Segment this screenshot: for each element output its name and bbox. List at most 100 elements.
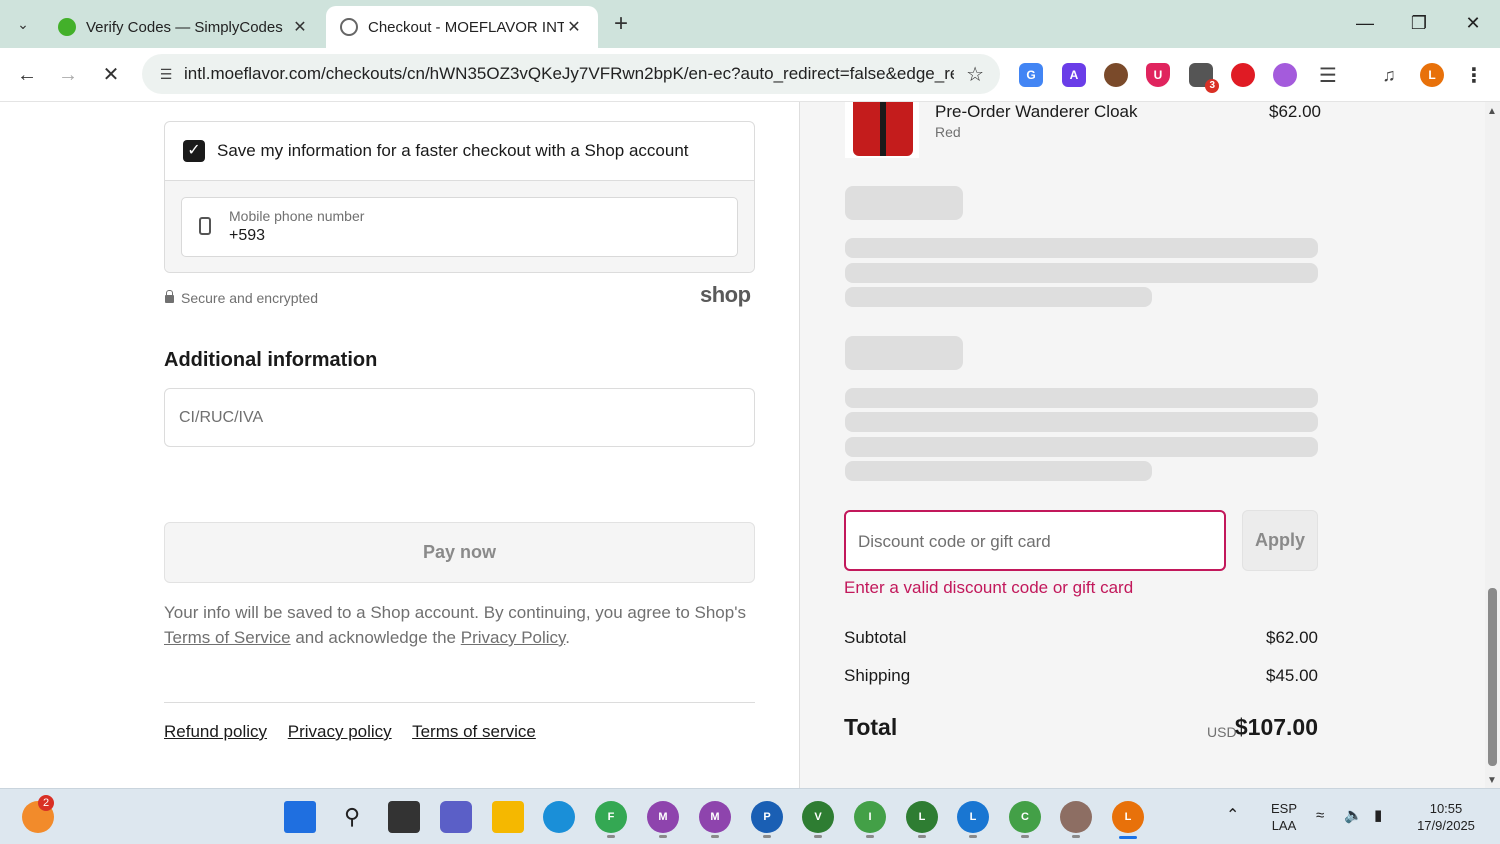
language-code: ESP [1270, 801, 1297, 816]
total-label: Total [844, 714, 898, 740]
shield-u-icon[interactable]: U [1146, 63, 1170, 87]
puzzle-icon[interactable]: ☰ [1316, 63, 1340, 87]
more-menu-icon[interactable]: ⋮ [1462, 63, 1486, 87]
file-explorer-icon[interactable] [492, 801, 524, 833]
phone-icon [199, 217, 211, 235]
product-variant: Red [935, 124, 961, 140]
task-view-icon[interactable] [388, 801, 420, 833]
back-button[interactable]: ← [12, 60, 42, 90]
page-scrollbar[interactable]: ▲ ▼ [1485, 102, 1500, 788]
tab-verify-codes[interactable]: Verify Codes — SimplyCodes ✕ [44, 6, 324, 48]
running-indicator [659, 835, 667, 838]
chrome-profile-v-icon[interactable]: V [802, 801, 834, 833]
teams-icon[interactable] [440, 801, 472, 833]
new-tab-button[interactable]: + [606, 10, 636, 38]
tab-search-chevron-icon[interactable]: ⌄ [8, 10, 38, 38]
scroll-up-arrow-icon[interactable]: ▲ [1487, 106, 1497, 117]
tab-checkout[interactable]: Checkout - MOEFLAVOR INTL ✕ [326, 6, 598, 48]
close-tab-icon[interactable]: ✕ [290, 17, 310, 37]
running-indicator [763, 835, 771, 838]
volume-icon[interactable]: 🔈 [1344, 807, 1363, 824]
clock-date: 17/9/2025 [1417, 818, 1475, 833]
refund-policy-link[interactable]: Refund policy [164, 722, 267, 741]
phone-value[interactable]: +593 [229, 227, 265, 245]
privacy-policy-link[interactable]: Privacy Policy [461, 628, 566, 647]
chrome-profile-m2-icon[interactable]: M [699, 801, 731, 833]
close-window-button[interactable]: ✕ [1450, 8, 1496, 38]
search-icon[interactable]: ⚲ [336, 801, 368, 833]
tax-id-placeholder: CI/RUC/IVA [179, 409, 264, 426]
chrome-profile-c-icon[interactable]: C [1009, 801, 1041, 833]
legal-text-part1: Your info will be saved to a Shop accoun… [164, 603, 746, 622]
windows-taskbar: 2 ⚲ F M M P V I L L C L ⌃ ESP LAA ≈ 🔈 ▮ … [0, 788, 1500, 844]
running-indicator [814, 835, 822, 838]
minimize-button[interactable]: — [1342, 8, 1388, 38]
terms-of-service-link[interactable]: Terms of Service [164, 628, 291, 647]
apply-discount-button[interactable]: Apply [1242, 510, 1318, 571]
chrome-profile-m-icon[interactable]: M [647, 801, 679, 833]
running-indicator [607, 835, 615, 838]
footer-divider [164, 702, 755, 703]
secure-notice: Secure and encrypted [165, 290, 318, 306]
chrome-profile-i-icon[interactable]: I [854, 801, 886, 833]
start-windows-icon[interactable] [284, 801, 316, 833]
media-icon[interactable]: ♫ [1377, 63, 1401, 87]
save-info-checkbox[interactable]: ✓ [183, 140, 205, 162]
tab-strip: ⌄ Verify Codes — SimplyCodes ✕ Checkout … [0, 0, 1500, 48]
save-info-label: Save my information for a faster checkou… [217, 141, 689, 160]
loading-skeleton [845, 336, 963, 370]
total-currency: USD [1207, 724, 1237, 740]
phone-label: Mobile phone number [229, 208, 365, 224]
chrome-profile-l-icon[interactable]: L [906, 801, 938, 833]
battery-icon[interactable]: ▮ [1374, 807, 1382, 824]
subtotal-value: $62.00 [1266, 628, 1318, 647]
discount-code-input[interactable]: Discount code or gift card [844, 510, 1226, 571]
address-bar[interactable]: ☰ intl.moeflavor.com/checkouts/cn/hWN35O… [142, 54, 1000, 94]
chrome-profile-l-active-icon[interactable]: L [1112, 801, 1144, 833]
discount-error-message: Enter a valid discount code or gift card [844, 578, 1134, 597]
stop-icon[interactable] [1231, 63, 1255, 87]
legal-text-part2: and acknowledge the [295, 628, 457, 647]
profile-avatar[interactable]: L [1420, 63, 1444, 87]
running-indicator [866, 835, 874, 838]
edge-icon[interactable] [543, 801, 575, 833]
notification-badge: 2 [38, 795, 55, 811]
tray-overflow-chevron-icon[interactable]: ⌃ [1226, 807, 1239, 824]
scroll-down-arrow-icon[interactable]: ▼ [1487, 775, 1497, 786]
bookmark-star-icon[interactable]: ☆ [966, 62, 984, 87]
shipping-value: $45.00 [1266, 666, 1318, 685]
stop-loading-button[interactable]: ✕ [96, 60, 126, 90]
language-indicator[interactable]: ESP LAA [1264, 800, 1304, 834]
terms-of-service-footer-link[interactable]: Terms of service [412, 722, 536, 741]
loading-skeleton [845, 437, 1318, 457]
tab-title: Verify Codes — SimplyCodes [86, 18, 283, 36]
close-tab-icon[interactable]: ✕ [564, 17, 584, 37]
checkout-page: ✓ Save my information for a faster check… [0, 102, 1500, 788]
a-extension-icon[interactable]: A [1062, 63, 1086, 87]
cookie-icon[interactable] [1104, 63, 1128, 87]
chrome-profile-l2-icon[interactable]: L [957, 801, 989, 833]
chrome-profile-photo-icon[interactable] [1060, 801, 1092, 833]
url-text[interactable]: intl.moeflavor.com/checkouts/cn/hWN35OZ3… [184, 64, 954, 84]
loading-favicon-icon [340, 18, 358, 36]
vpn-icon[interactable] [1273, 63, 1297, 87]
additional-info-title: Additional information [164, 349, 378, 371]
restore-button[interactable]: ❐ [1396, 8, 1442, 38]
forward-button[interactable]: → [53, 60, 83, 90]
mobile-phone-field[interactable]: Mobile phone number +593 [181, 197, 738, 257]
site-info-icon[interactable]: ☰ [148, 66, 184, 83]
google-translate-icon[interactable]: G [1019, 63, 1043, 87]
privacy-policy-footer-link[interactable]: Privacy policy [288, 722, 392, 741]
pay-now-button[interactable]: Pay now [164, 522, 755, 583]
wifi-icon[interactable]: ≈ [1316, 807, 1324, 824]
clock[interactable]: 10:55 17/9/2025 [1406, 800, 1486, 834]
running-indicator [1072, 835, 1080, 838]
chrome-profile-p-icon[interactable]: P [751, 801, 783, 833]
lock-icon [165, 290, 174, 303]
loading-skeleton [845, 412, 1318, 432]
chrome-profile-f-icon[interactable]: F [595, 801, 627, 833]
scrollbar-thumb[interactable] [1488, 588, 1497, 766]
tax-id-input[interactable]: CI/RUC/IVA [164, 388, 755, 447]
tab-manager-icon[interactable]: 3 [1189, 63, 1219, 93]
loading-skeleton [845, 263, 1318, 283]
